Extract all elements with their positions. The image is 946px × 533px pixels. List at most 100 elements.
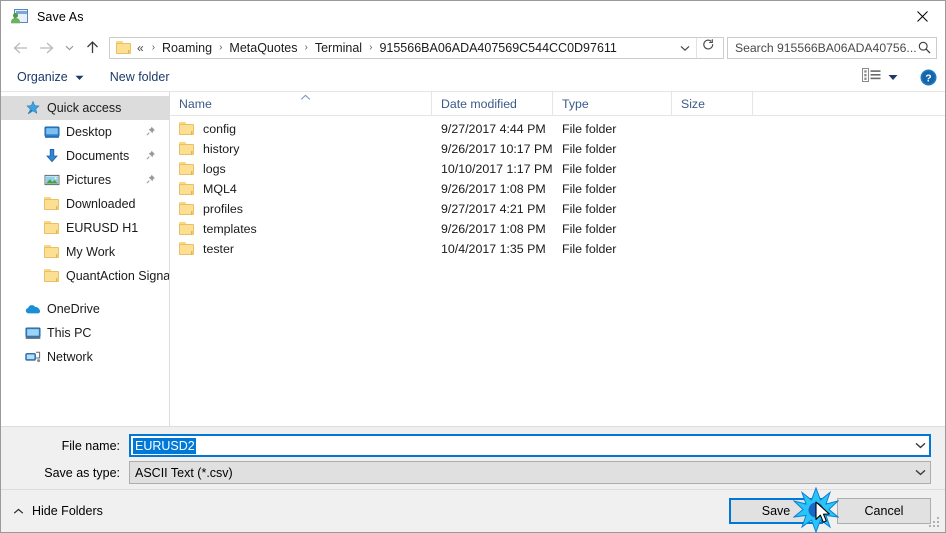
column-header-type[interactable]: Type [553,91,672,116]
save-as-dialog: Save As « › Roaming › MetaQuotes › Termi… [0,0,946,533]
table-row[interactable]: profiles 9/27/2017 4:21 PM File folder [170,199,945,219]
file-date: 9/26/2017 1:08 PM [441,222,546,236]
chevron-down-icon [915,469,926,476]
sidebar-item-label: Documents [66,149,130,163]
sidebar-item-my-work[interactable]: My Work [1,240,169,264]
back-button[interactable] [7,36,33,60]
up-button[interactable] [79,36,105,60]
sidebar-item-network[interactable]: Network [1,345,169,369]
column-header-label: Size [681,96,705,111]
table-row[interactable]: config 9/27/2017 4:44 PM File folder [170,119,945,139]
column-header-name[interactable]: Name [170,90,432,116]
sidebar-item-label: Pictures [66,173,112,187]
pin-icon [146,173,156,187]
file-name-cell: profiles [170,202,432,216]
column-header-size[interactable]: Size [672,91,753,116]
save-as-type-combo[interactable]: ASCII Text (*.csv) [129,461,931,484]
breadcrumb-item-metaquotes[interactable]: MetaQuotes [227,41,299,55]
sidebar-item-label: My Work [66,245,116,259]
sidebar-item-onedrive[interactable]: OneDrive [1,297,169,321]
search-box[interactable]: Search 915566BA06ADA40756... [727,36,937,59]
file-name-dropdown-button[interactable] [911,434,930,457]
chevron-down-icon [915,442,926,449]
folder-icon [44,268,60,284]
sidebar-item-documents[interactable]: Documents [1,144,169,168]
file-date: 10/4/2017 1:35 PM [441,242,546,256]
column-header-date-modified[interactable]: Date modified [432,91,553,116]
save-as-type-dropdown-button[interactable] [911,461,930,484]
column-header-label: Type [562,96,589,111]
file-name-cell: logs [170,162,432,176]
search-input[interactable]: Search 915566BA06ADA40756... [735,41,918,55]
sidebar-item-this-pc[interactable]: This PC [1,321,169,345]
breadcrumb-item-terminal[interactable]: Terminal [313,41,364,55]
file-name-label: File name: [61,438,120,453]
file-name-cell: history [170,142,432,156]
sidebar-item-quantaction-signal[interactable]: QuantAction Signal [1,264,169,288]
folder-icon [179,122,195,136]
help-button[interactable]: ? [920,69,937,86]
sidebar-item-label: OneDrive [47,302,100,316]
table-row[interactable]: logs 10/10/2017 1:17 PM File folder [170,159,945,179]
title-bar: Save As [1,1,945,32]
save-button[interactable]: Save [729,498,823,524]
file-name-cell: tester [170,242,432,256]
file-type: File folder [562,162,617,176]
sidebar-item-eurusd-h1[interactable]: EURUSD H1 [1,216,169,240]
file-type: File folder [562,242,617,256]
pin-icon [146,125,156,139]
sidebar-item-quick-access[interactable]: Quick access [1,96,169,120]
chevron-up-icon [13,504,24,518]
file-date: 10/10/2017 1:17 PM [441,162,553,176]
save-as-type-value[interactable]: ASCII Text (*.csv) [129,461,931,484]
address-bar[interactable]: « › Roaming › MetaQuotes › Terminal › 91… [109,36,724,59]
file-type: File folder [562,142,617,156]
table-row[interactable]: history 9/26/2017 10:17 PM File folder [170,139,945,159]
cancel-button[interactable]: Cancel [837,498,931,524]
help-icon: ? [920,69,937,85]
window-title: Save As [37,9,84,24]
forward-button[interactable] [33,36,59,60]
sidebar-item-desktop[interactable]: Desktop [1,120,169,144]
refresh-button[interactable] [696,37,720,58]
file-name-combo[interactable]: EURUSD2 [129,434,931,457]
file-list: Name Date modified Type Size config 9/27… [170,90,945,426]
sidebar-item-label: This PC [47,326,92,340]
file-name: MQL4 [203,182,237,196]
organize-button[interactable]: Organize [17,70,84,84]
view-dropdown-button[interactable] [888,68,898,86]
file-name: tester [203,242,234,256]
save-as-type-label: Save as type: [44,465,120,480]
hide-folders-label: Hide Folders [32,504,103,518]
table-row[interactable]: templates 9/26/2017 1:08 PM File folder [170,219,945,239]
navigation-bar: « › Roaming › MetaQuotes › Terminal › 91… [1,32,945,63]
sidebar-item-downloaded[interactable]: Downloaded [1,192,169,216]
sidebar-item-pictures[interactable]: Pictures [1,168,169,192]
close-button[interactable] [899,1,945,32]
file-type: File folder [562,122,617,136]
folder-icon [116,41,131,54]
table-row[interactable]: MQL4 9/26/2017 1:08 PM File folder [170,179,945,199]
arrow-right-icon [39,42,53,53]
file-name-cell: templates [170,222,432,236]
view-layout-icon[interactable] [862,67,881,87]
address-dropdown-button[interactable] [676,39,696,57]
resize-grip[interactable] [929,517,941,529]
new-folder-button[interactable]: New folder [110,70,170,84]
pictures-icon [44,172,60,188]
sort-ascending-icon [300,90,311,104]
sidebar-item-label: Downloaded [66,197,136,211]
chevron-down-icon [680,45,690,51]
table-row[interactable]: tester 10/4/2017 1:35 PM File folder [170,239,945,259]
dialog-footer: Hide Folders Save Cancel [1,489,945,532]
recent-locations-button[interactable] [59,36,79,60]
hide-folders-button[interactable]: Hide Folders [1,504,103,518]
breadcrumb-item-roaming[interactable]: Roaming [160,41,214,55]
file-type: File folder [562,202,617,216]
breadcrumb-overflow[interactable]: « [136,41,147,55]
this-pc-icon [25,325,41,341]
chevron-down-icon [65,45,73,50]
search-icon [918,41,931,54]
file-name-input[interactable]: EURUSD2 [129,434,931,457]
breadcrumb-item-guid[interactable]: 915566BA06ADA407569C544CC0D97611 [377,41,618,55]
